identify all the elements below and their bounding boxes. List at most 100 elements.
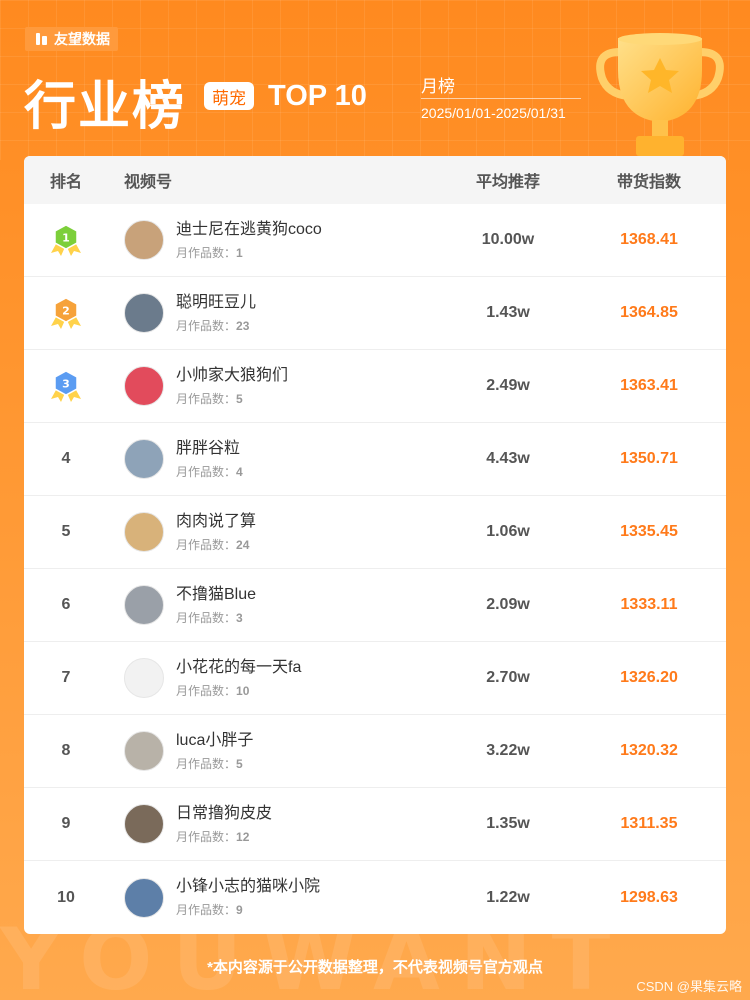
table-header: 排名 视频号 平均推荐 带货指数 <box>24 156 726 204</box>
period-divider <box>421 98 581 99</box>
account-cell: 不撸猫Blue 月作品数：3 <box>108 585 444 626</box>
rank-number: 8 <box>61 742 71 759</box>
rank-number: 9 <box>61 815 71 832</box>
medal-rank-number: 3 <box>62 378 70 391</box>
sales-index: 1335.45 <box>620 523 678 540</box>
avatar <box>124 804 164 844</box>
header-rank: 排名 <box>49 174 82 191</box>
table-row[interactable]: 8 luca小胖子 月作品数：5 3.22w 1320.32 <box>24 715 726 788</box>
rank-cell: 10 <box>24 889 108 907</box>
account-cell: 胖胖谷粒 月作品数：4 <box>108 439 444 480</box>
rank-number: 7 <box>61 669 71 686</box>
account-name[interactable]: 聪明旺豆儿 <box>176 293 256 313</box>
works-count-label: 月作品数：10 <box>176 682 301 699</box>
avatar <box>124 439 164 479</box>
works-label: 月作品数： <box>176 683 237 698</box>
category-badge: 萌宠 <box>204 82 254 110</box>
works-label: 月作品数： <box>176 245 237 260</box>
sales-index: 1326.20 <box>620 669 678 686</box>
brand-name: 友望数据 <box>54 31 110 47</box>
works-label: 月作品数： <box>176 903 237 917</box>
works-label: 月作品数： <box>176 391 237 406</box>
table-row[interactable]: 2 聪明旺豆儿 月作品数：23 1.43w 1364.85 <box>24 277 726 350</box>
account-name[interactable]: 小锋小志的猫咪小院 <box>176 877 320 897</box>
medal-rank-number: 2 <box>62 305 70 318</box>
account-name[interactable]: 小帅家大狼狗们 <box>176 366 288 386</box>
rank-number: 6 <box>61 596 71 613</box>
avg-recommend: 1.43w <box>486 304 530 321</box>
account-cell: 迪士尼在逃黄狗coco 月作品数：1 <box>108 220 444 261</box>
brand-logo: 友望数据 <box>25 27 118 51</box>
brand-icon <box>35 32 49 46</box>
avatar <box>124 293 164 333</box>
ranking-table: 排名 视频号 平均推荐 带货指数 1 迪士尼在逃黄狗coco 月作品数：1 10… <box>24 156 726 934</box>
page-title: 行业榜 <box>24 78 187 136</box>
works-count: 9 <box>236 903 243 917</box>
works-count-label: 月作品数：5 <box>176 755 253 772</box>
top-label: TOP 10 <box>268 80 367 112</box>
sales-index: 1298.63 <box>620 888 678 906</box>
account-cell: 小花花的每一天fa 月作品数：10 <box>108 658 444 699</box>
works-count: 23 <box>236 318 250 333</box>
avg-recommend: 10.00w <box>481 231 535 248</box>
table-row[interactable]: 3 小帅家大狼狗们 月作品数：5 2.49w 1363.41 <box>24 350 726 423</box>
sales-index: 1320.32 <box>620 742 678 759</box>
works-label: 月作品数： <box>176 756 237 771</box>
works-count: 10 <box>236 683 250 698</box>
trophy-icon <box>596 33 724 156</box>
avatar <box>124 877 164 918</box>
avg-recommend: 4.43w <box>486 450 530 467</box>
works-label: 月作品数： <box>176 829 237 844</box>
account-name[interactable]: luca小胖子 <box>176 731 253 751</box>
rank-number: 4 <box>61 450 71 467</box>
avatar <box>124 512 164 552</box>
sales-index: 1364.85 <box>620 304 678 321</box>
credit-text: CSDN @果集云略 <box>636 979 742 994</box>
works-label: 月作品数： <box>176 464 237 479</box>
avg-recommend: 1.35w <box>486 815 530 832</box>
table-body: 1 迪士尼在逃黄狗coco 月作品数：1 10.00w 1368.41 2 聪明… <box>24 204 726 934</box>
account-cell: luca小胖子 月作品数：5 <box>108 731 444 772</box>
account-name[interactable]: 小花花的每一天fa <box>176 658 301 678</box>
account-cell: 肉肉说了算 月作品数：24 <box>108 512 444 553</box>
works-count-label: 月作品数：24 <box>176 536 256 553</box>
avg-recommend: 2.49w <box>486 377 530 394</box>
account-cell: 小锋小志的猫咪小院 月作品数：9 <box>108 877 444 918</box>
period-label: 月榜 <box>421 77 455 96</box>
period-range: 2025/01/01-2025/01/31 <box>421 105 566 121</box>
account-name[interactable]: 迪士尼在逃黄狗coco <box>176 220 322 240</box>
sales-index: 1363.41 <box>620 377 678 394</box>
table-row[interactable]: 6 不撸猫Blue 月作品数：3 2.09w 1333.11 <box>24 569 726 642</box>
rank-cell: 1 <box>24 222 108 258</box>
works-count-label: 月作品数：3 <box>176 609 256 626</box>
avg-recommend: 2.09w <box>486 596 530 613</box>
avg-recommend: 3.22w <box>486 742 530 759</box>
works-count: 1 <box>236 245 243 260</box>
table-row[interactable]: 1 迪士尼在逃黄狗coco 月作品数：1 10.00w 1368.41 <box>24 204 726 277</box>
account-name[interactable]: 不撸猫Blue <box>176 585 256 605</box>
sales-index: 1311.35 <box>620 815 678 832</box>
medal-rank-number: 1 <box>62 232 70 245</box>
works-count-label: 月作品数：23 <box>176 317 256 334</box>
works-label: 月作品数： <box>176 610 237 625</box>
works-count-label: 月作品数：1 <box>176 244 322 261</box>
account-name[interactable]: 日常撸狗皮皮 <box>176 804 272 824</box>
works-count: 12 <box>236 829 250 844</box>
table-row[interactable]: 9 日常撸狗皮皮 月作品数：12 1.35w 1311.35 <box>24 788 726 861</box>
footer-note: *本内容源于公开数据整理，不代表视频号官方观点 <box>207 959 543 976</box>
works-count: 5 <box>236 391 243 406</box>
rank-number: 10 <box>57 888 75 906</box>
header-index: 带货指数 <box>616 174 681 191</box>
table-row[interactable]: 10 小锋小志的猫咪小院 月作品数：9 1.22w 1298.63 <box>24 861 726 934</box>
header-name: 视频号 <box>124 174 173 191</box>
works-label: 月作品数： <box>176 318 237 333</box>
account-name[interactable]: 肉肉说了算 <box>176 512 256 532</box>
account-name[interactable]: 胖胖谷粒 <box>176 439 243 459</box>
table-row[interactable]: 4 胖胖谷粒 月作品数：4 4.43w 1350.71 <box>24 423 726 496</box>
avg-recommend: 1.22w <box>486 888 530 906</box>
table-row[interactable]: 7 小花花的每一天fa 月作品数：10 2.70w 1326.20 <box>24 642 726 715</box>
rank-cell: 2 <box>24 295 108 331</box>
table-row[interactable]: 5 肉肉说了算 月作品数：24 1.06w 1335.45 <box>24 496 726 569</box>
sales-index: 1350.71 <box>620 450 678 467</box>
account-cell: 小帅家大狼狗们 月作品数：5 <box>108 366 444 407</box>
